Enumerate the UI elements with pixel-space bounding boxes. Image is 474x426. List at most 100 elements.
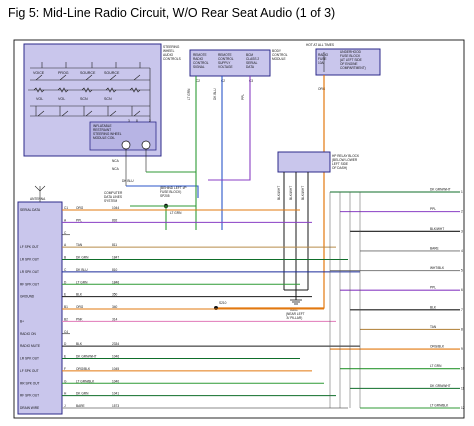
- radio-row-pin: C1: [64, 206, 68, 210]
- radio-row-wire: ORG/BLK: [76, 367, 91, 371]
- coil-pin-2: 2: [149, 119, 151, 123]
- radio-row-code: 1045: [112, 367, 119, 371]
- radio-row-code: 892: [112, 218, 118, 222]
- radio-row-label: LR SPK OUT: [20, 270, 39, 274]
- radio-row-wire: BLK: [76, 293, 83, 297]
- splice-wire-label: LT GRN: [170, 211, 182, 215]
- right-bus-wire-label: BLK: [430, 305, 437, 309]
- radio-row-pin: H: [64, 392, 67, 396]
- coil-connector-left-icon: [121, 140, 131, 150]
- fuse-fuse-line-3: 10A: [318, 61, 325, 65]
- bcm-col3-l4: DATA: [246, 65, 255, 69]
- data-lines-splice: COMPUTER DATA LINES SYSTEM (BEHIND LEFT …: [104, 186, 227, 310]
- radio-row-wire: DK GRN/WHT: [76, 355, 97, 359]
- wire-nca-1: NCA: [112, 159, 120, 163]
- right-bus-wire-label: DK GRN/WHT: [430, 188, 451, 192]
- radio-row-pin: D: [64, 280, 67, 284]
- coil-connector-right-icon: [141, 140, 151, 150]
- radio-row-wire: PPL: [76, 218, 82, 222]
- radio-row-code: 350: [112, 293, 118, 297]
- right-bus-pin: 7: [461, 308, 463, 312]
- radio-row-wire: ORG: [76, 305, 84, 309]
- relay-wire-1: BLK/WHT: [277, 186, 281, 200]
- right-bus-wire-label: LT GRN: [430, 364, 442, 368]
- right-bus-pin: 5: [461, 269, 463, 273]
- radio-row-wire: BARE: [76, 404, 85, 408]
- right-bus-pin: 9: [461, 347, 463, 351]
- right-bus-pin: 10: [461, 367, 465, 371]
- diagram-canvas: Fig 5: Mid-Line Radio Circuit, W/O Rear …: [0, 0, 474, 426]
- radio-row-code: 2334: [112, 342, 119, 346]
- switch-voice: VOICE: [33, 71, 45, 75]
- radio-row-label: LF SPK OUT: [20, 245, 39, 249]
- radio-row-wire: DK GRN: [76, 392, 89, 396]
- radio-row-code: 811: [112, 243, 117, 247]
- antenna-label: ANTENNA: [30, 197, 46, 201]
- radio-row-pin: C: [64, 231, 67, 235]
- radio-row-wire: DK GRN: [76, 256, 89, 260]
- fuse-top-line-6: COMPARTMENT): [340, 66, 366, 70]
- ground-symbol-icon: [290, 299, 302, 305]
- radio-row-wire: TAN: [76, 243, 83, 247]
- radio-row-code: 314: [112, 317, 118, 321]
- relay-line-4: OF DASH): [332, 166, 347, 170]
- radio-row-wire: DK BLU: [76, 268, 88, 272]
- hp-relay-block: HP RELAY BLOCK (BELOW LOWER LEFT SIDE OF…: [277, 151, 360, 320]
- right-bus-pin: 8: [461, 327, 463, 331]
- coil-pin-3: 3: [128, 119, 130, 123]
- ground-line-2: 'A' PILLAR): [286, 316, 302, 320]
- radio-row-code: 810: [112, 268, 118, 272]
- switch-prog: PROG: [58, 71, 69, 75]
- switch-vol-1: VOL: [36, 97, 43, 101]
- steering-label-4: CONTROLS: [163, 57, 181, 61]
- switch-scn-1: SCN: [80, 97, 88, 101]
- bcm-name-3: MODULE: [272, 57, 286, 61]
- radio-row-code: 1044: [112, 206, 119, 210]
- right-bus-pin: 3: [461, 229, 463, 233]
- radio-row-code: 1041: [112, 392, 119, 396]
- right-bus-wire-label: DK GRN/WHT: [430, 384, 451, 388]
- radio-row-pin: J: [64, 404, 66, 408]
- radio-row-pin: E: [64, 293, 66, 297]
- right-bus-wire-label: TAN: [430, 325, 437, 329]
- radio-row-code: 340: [112, 305, 118, 309]
- wire-dk-blu: DK BLU: [122, 179, 134, 183]
- fuse-top-line-1: HOT AT ALL TIMES: [306, 43, 334, 47]
- relay-block-box: [277, 151, 331, 173]
- radio-row-wire: LT GRN: [76, 280, 88, 284]
- radio-row-pin: B1: [64, 305, 68, 309]
- radio-row-pin: G: [64, 379, 67, 383]
- radio-row-label: LR SPK OUT: [20, 357, 39, 361]
- radio-row-pin: E: [64, 355, 66, 359]
- radio-row-pin: F: [64, 367, 66, 371]
- wiring-schematic: STEERING WHEEL AUDIO CONTROLS VOICE PROG…: [13, 39, 465, 419]
- body-control-module: REMOTE RADIO CONTROL SIGNAL REMOTE CONTR…: [187, 49, 288, 230]
- underhood-fuse-block: HOT AT ALL TIMES RADIO FUSE 10A UNDERHOO…: [216, 43, 381, 309]
- relay-wire-3: BLK/WHT: [301, 186, 305, 200]
- radio-unit: ANTENNA SERIAL DATA C1 ORG 1044 A PPL 892 C LF S…: [17, 185, 360, 415]
- bcm-col1-l4: SIGNAL: [193, 65, 205, 69]
- bcm-pin-1: C2: [196, 79, 200, 83]
- radio-row-code: 1846: [112, 280, 119, 284]
- right-bus-pin: 11: [461, 386, 465, 390]
- right-bus-wire-label: WHT/BLK: [430, 266, 445, 270]
- radio-row-code: 1847: [112, 256, 119, 260]
- radio-row-label: B+: [20, 319, 24, 323]
- radio-row-wire: BLK: [76, 342, 83, 346]
- wire-nca-2: NCA: [112, 167, 120, 171]
- radio-row-pin: A: [64, 218, 67, 222]
- right-bus-pin: 6: [461, 288, 463, 292]
- bcm-wire-label-1: LT GRN: [187, 88, 191, 100]
- switch-source-1: SOURCE: [80, 71, 96, 75]
- radio-row-label: GROUND: [20, 295, 35, 299]
- radio-row-label: RADIO ON: [20, 332, 36, 336]
- radio-row-pin: C: [64, 268, 67, 272]
- radio-row-label: SERIAL DATA: [20, 208, 41, 212]
- right-bus-pin: 2: [461, 210, 463, 214]
- bcm-wire-label-3: PPL: [241, 94, 245, 100]
- radio-row-code: 1573: [112, 404, 119, 408]
- radio-row-pin: B2: [64, 317, 68, 321]
- splice-line-3: SP205: [160, 194, 170, 198]
- radio-row-label: RADIO MUTE: [20, 344, 40, 348]
- radio-row-pin: C4: [64, 330, 68, 334]
